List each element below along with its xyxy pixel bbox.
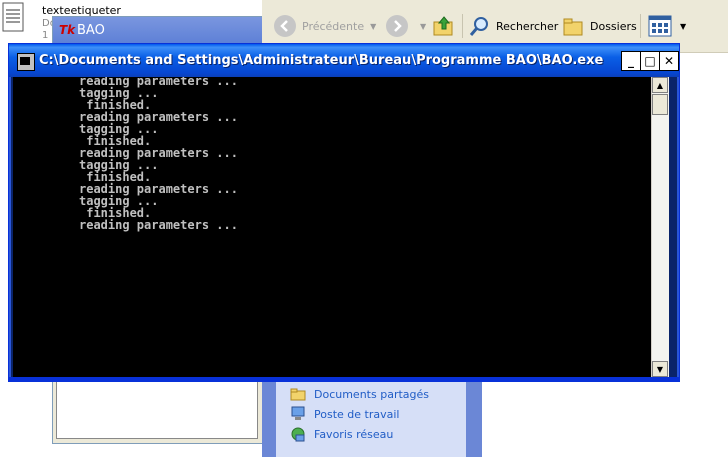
console-app-icon[interactable]	[17, 53, 35, 71]
console-output-text: reading parameters ... tagging ... finish…	[79, 77, 238, 231]
up-folder-icon	[433, 16, 453, 36]
maximize-button[interactable]: □	[640, 51, 660, 71]
scroll-thumb[interactable]	[652, 94, 668, 115]
console-title-bar[interactable]: C:\Documents and Settings\Administrateur…	[9, 44, 679, 77]
back-button-label: Précédente	[302, 19, 365, 33]
other-places-panel: Documents partagés Poste de travail Favo…	[276, 373, 466, 457]
back-dropdown-icon[interactable]: ▼	[370, 22, 376, 31]
close-button[interactable]: ✕	[659, 51, 679, 71]
console-line: reading parameters ...	[79, 218, 238, 232]
folders-button[interactable]: Dossiers	[562, 12, 637, 40]
folders-icon	[563, 18, 583, 36]
back-button[interactable]: Précédente ▼	[274, 12, 376, 40]
scroll-up-arrow-icon[interactable]: ▲	[652, 77, 668, 93]
link-label: Poste de travail	[314, 407, 400, 421]
views-dropdown-icon[interactable]: ▼	[680, 22, 686, 31]
toolbar-separator	[462, 14, 463, 38]
console-scrollbar[interactable]: ▲ ▼	[651, 77, 669, 377]
search-button-label: Rechercher	[496, 19, 559, 33]
console-window[interactable]: C:\Documents and Settings\Administrateur…	[8, 43, 680, 382]
text-file-icon	[2, 2, 24, 32]
toolbar-separator	[640, 14, 641, 38]
folders-button-label: Dossiers	[590, 19, 637, 33]
views-button[interactable]: ▼	[648, 12, 686, 40]
search-icon	[469, 17, 488, 36]
tk-feather-icon: Tk	[59, 23, 76, 37]
console-window-title: C:\Documents and Settings\Administrateur…	[39, 53, 604, 68]
file-size: 1	[42, 30, 49, 41]
views-icon	[648, 15, 672, 37]
computer-icon	[290, 406, 306, 422]
tk-title-bar[interactable]: Tk BAO	[53, 17, 263, 45]
link-label: Favoris réseau	[314, 427, 394, 441]
forward-button[interactable]: ▼	[386, 12, 426, 40]
forward-arrow-icon	[386, 15, 408, 37]
console-bottom-border	[9, 377, 679, 381]
search-button[interactable]: Rechercher	[468, 12, 558, 40]
back-arrow-icon	[274, 15, 296, 37]
minimize-button[interactable]: _	[621, 51, 641, 71]
up-folder-button[interactable]	[432, 12, 456, 40]
tk-window-title: BAO	[77, 23, 105, 38]
forward-dropdown-icon[interactable]: ▼	[420, 22, 426, 31]
scroll-down-arrow-icon[interactable]: ▼	[652, 361, 668, 377]
link-network-places[interactable]: Favoris réseau	[290, 425, 393, 443]
network-icon	[290, 426, 306, 442]
link-my-computer[interactable]: Poste de travail	[290, 405, 399, 423]
link-label: Documents partagés	[314, 387, 429, 401]
link-shared-documents[interactable]: Documents partagés	[290, 385, 429, 403]
folder-icon	[290, 386, 306, 402]
console-output-area[interactable]: reading parameters ... tagging ... finish…	[13, 77, 651, 377]
